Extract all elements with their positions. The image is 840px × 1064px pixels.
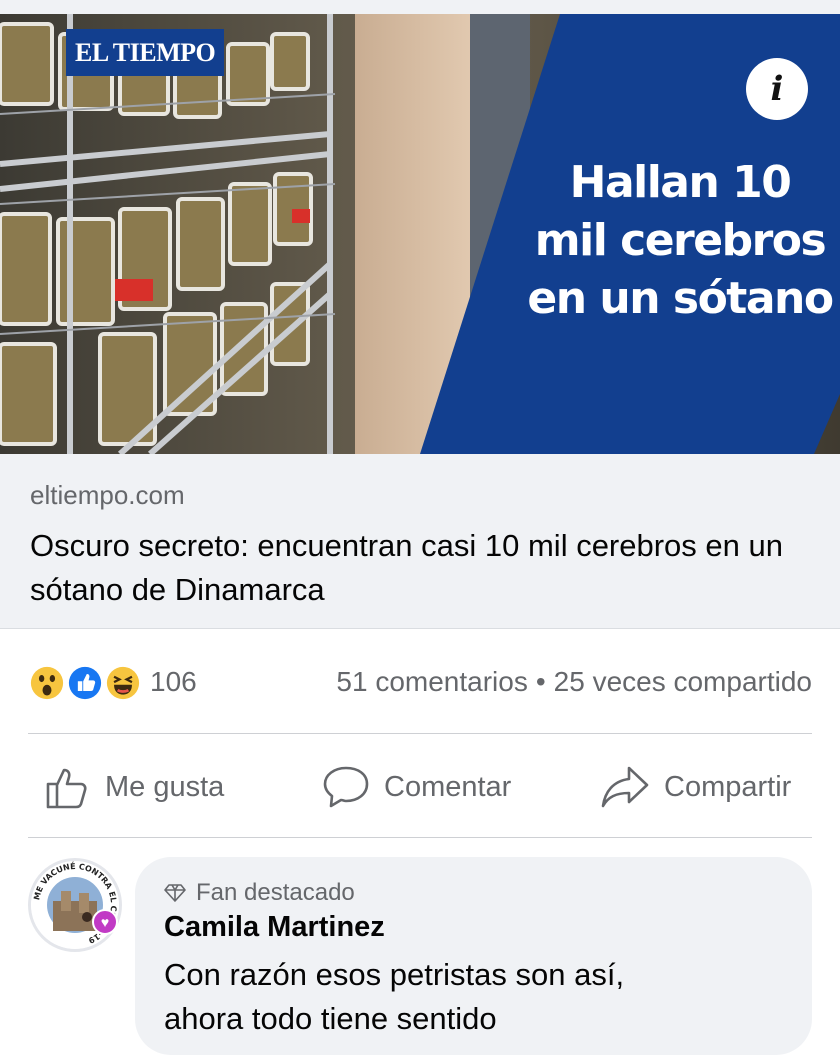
- haha-reaction-icon: [104, 664, 142, 702]
- image-headline-line: Hallan 10: [569, 157, 792, 208]
- source-logo: EL TIEMPO: [66, 29, 225, 76]
- comment: ME VACUNÉ CONTRA EL COVID-19 ♥ Fan desta…: [0, 838, 840, 1064]
- like-button[interactable]: Me gusta: [45, 764, 224, 810]
- heart-frame-icon: ♥: [92, 909, 118, 935]
- reactions-summary: 106 51 comentarios • 25 veces compartido: [0, 629, 840, 733]
- comments-count[interactable]: 51 comentarios: [336, 666, 527, 697]
- link-domain: eltiempo.com: [30, 480, 185, 510]
- engagement-stats: 51 comentarios • 25 veces compartido: [336, 666, 812, 698]
- avatar[interactable]: ME VACUNÉ CONTRA EL COVID-19: [28, 858, 122, 952]
- like-reaction-icon: [66, 664, 104, 702]
- top-fan-label: Fan destacado: [196, 879, 355, 906]
- image-headline: Hallan 10 mil cerebros en un sótano: [520, 154, 840, 328]
- comment-button[interactable]: Comentar: [322, 764, 511, 810]
- diamond-icon: [164, 884, 186, 902]
- comment-text-line: ahora todo tiene sentido: [164, 1001, 497, 1036]
- comment-author[interactable]: Camila Martinez: [164, 911, 385, 944]
- top-strip: [0, 0, 840, 14]
- top-fan-badge[interactable]: Fan destacado: [164, 879, 355, 907]
- comment-text-line: Con razón esos petristas son así,: [164, 957, 625, 992]
- like-label: Me gusta: [105, 770, 225, 803]
- thumbs-up-icon: [46, 768, 87, 809]
- image-headline-line: mil cerebros: [534, 215, 827, 266]
- info-icon[interactable]: i: [746, 58, 808, 120]
- image-headline-line: en un sótano: [527, 273, 834, 324]
- wow-reaction-icon: [28, 664, 66, 702]
- share-arrow-icon: [601, 766, 649, 808]
- comment-bubble[interactable]: Fan destacado Camila Martinez Con razón …: [135, 857, 812, 1055]
- link-preview-card[interactable]: eltiempo.com Oscuro secreto: encuentran …: [0, 454, 840, 629]
- link-preview-image[interactable]: EL TIEMPO Hallan 10 mil cerebros en un s…: [0, 14, 840, 454]
- share-label: Compartir: [664, 770, 792, 803]
- link-title[interactable]: Oscuro secreto: encuentran casi 10 mil c…: [30, 524, 820, 612]
- speech-bubble-icon: [323, 766, 369, 808]
- separator-dot: •: [535, 666, 546, 697]
- reaction-count[interactable]: 106: [150, 666, 197, 698]
- comment-label: Comentar: [384, 770, 512, 803]
- shares-count[interactable]: 25 veces compartido: [554, 666, 812, 697]
- reaction-icons[interactable]: [28, 664, 146, 702]
- comment-text: Con razón esos petristas son así, ahora …: [164, 953, 784, 1041]
- share-button[interactable]: Compartir: [600, 764, 791, 810]
- avatar-photo: ME VACUNÉ CONTRA EL COVID-19: [31, 861, 119, 949]
- action-bar: Me gusta Comentar Compartir: [0, 734, 840, 838]
